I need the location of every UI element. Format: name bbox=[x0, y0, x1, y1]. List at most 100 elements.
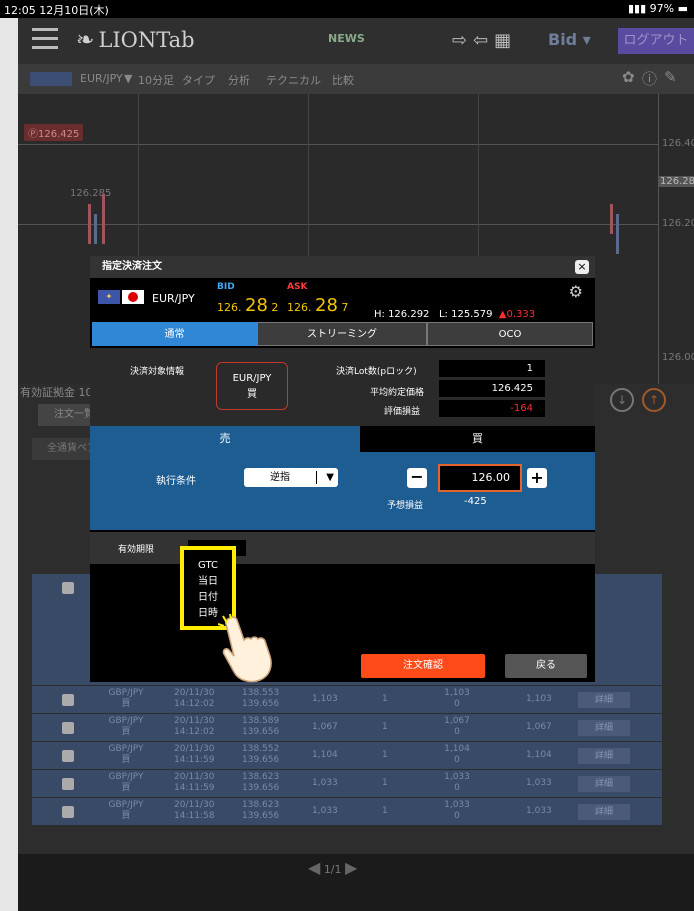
row-col1: 1,104 bbox=[312, 750, 338, 760]
back-button[interactable]: 戻る bbox=[505, 654, 587, 678]
row-rates: 138.589 139.656 bbox=[242, 716, 279, 738]
logo-text: LIONTab bbox=[98, 28, 195, 52]
close-icon[interactable]: × bbox=[575, 260, 589, 274]
exec-condition-select[interactable]: 逆指 ▼ bbox=[244, 468, 338, 487]
row-date: 20/11/30 bbox=[174, 716, 215, 726]
row-col4: 1,033 bbox=[526, 778, 552, 788]
row-checkbox[interactable] bbox=[62, 722, 74, 734]
row-time: 14:12:02 bbox=[174, 699, 215, 709]
row-detail-button[interactable]: 詳細 bbox=[578, 748, 630, 764]
tab-oco[interactable]: OCO bbox=[427, 322, 593, 346]
transfer-icons[interactable]: ⇨⇦▦ bbox=[452, 30, 517, 51]
row-col3b: 0 bbox=[454, 755, 460, 765]
target-pair: EUR/JPY bbox=[232, 373, 272, 384]
chart-pair-dropdown-icon[interactable]: ▼ bbox=[124, 72, 132, 85]
expiry-label: 有効期限 bbox=[118, 545, 155, 555]
change-value: ▲0.333 bbox=[498, 309, 536, 320]
draw-icon[interactable]: ✎ bbox=[664, 68, 677, 86]
row-side: 買 bbox=[121, 811, 131, 821]
row-datetime: 20/11/30 14:11:59 bbox=[174, 744, 214, 766]
row-checkbox[interactable] bbox=[62, 582, 74, 594]
bid-prefix: 126. bbox=[217, 301, 242, 314]
chart-technical-btn[interactable]: テクニカル bbox=[266, 72, 321, 88]
row-checkbox[interactable] bbox=[62, 694, 74, 706]
table-row[interactable]: GBP/JPY 買 20/11/30 14:12:02 138.553 139.656… bbox=[32, 686, 662, 714]
row-datetime: 20/11/30 14:12:02 bbox=[174, 716, 214, 738]
scroll-down-icon[interactable]: ↓ bbox=[610, 388, 634, 412]
status-date: 12月10日(木) bbox=[39, 4, 109, 17]
chart-analysis-btn[interactable]: 分析 bbox=[228, 72, 250, 88]
next-page-icon[interactable]: ▶ bbox=[345, 858, 357, 877]
row-side: 買 bbox=[121, 755, 131, 765]
price-plus-button[interactable]: + bbox=[527, 468, 547, 488]
ask-prefix: 126. bbox=[287, 301, 312, 314]
ask-label: ASK bbox=[287, 282, 308, 292]
tab-normal[interactable]: 通常 bbox=[92, 322, 257, 346]
status-time-text: 12:05 bbox=[4, 4, 36, 17]
row-pair-name: GBP/JPY bbox=[108, 800, 144, 810]
palette-icon[interactable]: ✿ bbox=[622, 68, 635, 86]
row-col1: 1,033 bbox=[312, 778, 338, 788]
row-detail-button[interactable]: 詳細 bbox=[578, 720, 630, 736]
axis-label: 126.40 bbox=[662, 138, 694, 149]
row-date: 20/11/30 bbox=[174, 688, 215, 698]
prev-page-icon[interactable]: ◀ bbox=[308, 858, 320, 877]
chart-period[interactable]: 10分足 bbox=[138, 72, 174, 88]
device-frame: 12:05 12月10日(木) ▮▮▮ 97% ▬ ❧ LIONTab NEWS … bbox=[0, 0, 694, 911]
row-checkbox[interactable] bbox=[62, 778, 74, 790]
sell-tab[interactable]: 売 bbox=[90, 426, 360, 452]
row-col3: 1,033 0 bbox=[437, 772, 477, 794]
tab-streaming[interactable]: ストリーミング bbox=[257, 322, 427, 346]
expected-pl-value: -425 bbox=[464, 496, 487, 507]
row-time: 14:11:58 bbox=[174, 811, 215, 821]
row-col3a: 1,067 bbox=[444, 716, 470, 726]
grid-line bbox=[18, 224, 658, 225]
row-col3: 1,067 0 bbox=[437, 716, 477, 738]
pl-label: 評価損益 bbox=[384, 407, 421, 417]
chart-toolbar: EUR/JPY ▼ 10分足 タイプ 分析 テクニカル 比較 ✿ ⓘ ✎ bbox=[18, 64, 694, 94]
row-time: 14:11:59 bbox=[174, 783, 215, 793]
table-row[interactable]: GBP/JPY 買 20/11/30 14:11:58 138.623 139.656… bbox=[32, 798, 662, 826]
price-input[interactable]: 126.00 bbox=[438, 464, 522, 492]
table-row[interactable]: GBP/JPY 買 20/11/30 14:11:59 138.623 139.656… bbox=[32, 770, 662, 798]
row-col4: 1,103 bbox=[526, 694, 552, 704]
app-logo: ❧ LIONTab bbox=[76, 28, 195, 53]
status-time: 12:05 12月10日(木) bbox=[4, 2, 109, 18]
row-checkbox[interactable] bbox=[62, 806, 74, 818]
info-icon[interactable]: ⓘ bbox=[642, 68, 657, 89]
scroll-up-icon[interactable]: ↑ bbox=[642, 388, 666, 412]
row-rate2: 139.656 bbox=[242, 783, 280, 793]
expiry-option-gtc[interactable]: GTC bbox=[184, 558, 232, 574]
row-col1: 1,103 bbox=[312, 694, 338, 704]
menu-icon[interactable] bbox=[32, 28, 58, 50]
table-row[interactable]: GBP/JPY 買 20/11/30 14:11:59 138.552 139.656… bbox=[32, 742, 662, 770]
row-col2: 1 bbox=[382, 778, 388, 788]
expiry-option-date[interactable]: 日付 bbox=[184, 590, 232, 606]
side-selector: 売 買 bbox=[90, 426, 595, 452]
high-low-info: H: 126.292 L: 125.579 ▲0.333 bbox=[374, 309, 535, 320]
row-col1: 1,067 bbox=[312, 722, 338, 732]
row-date: 20/11/30 bbox=[174, 744, 215, 754]
row-detail-button[interactable]: 詳細 bbox=[578, 692, 630, 708]
chart-compare-btn[interactable]: 比較 bbox=[332, 72, 354, 88]
row-side: 買 bbox=[121, 783, 131, 793]
chart-type-btn[interactable]: タイプ bbox=[182, 72, 215, 88]
confirm-order-button[interactable]: 注文確認 bbox=[361, 654, 485, 678]
bid-ask-select[interactable]: Bid ▾ bbox=[548, 30, 591, 49]
price-minus-button[interactable]: − bbox=[407, 468, 427, 488]
news-icon[interactable]: NEWS bbox=[328, 32, 365, 45]
expiry-option-today[interactable]: 当日 bbox=[184, 574, 232, 590]
app-header: ❧ LIONTab NEWS ⇨⇦▦ Bid ▾ ログアウト bbox=[18, 18, 694, 64]
gear-icon[interactable]: ⚙ bbox=[569, 282, 583, 301]
row-datetime: 20/11/30 14:12:02 bbox=[174, 688, 214, 710]
settlement-order-dialog: 指定決済注文 × ✦ EUR/JPY BID ASK 126. 28 2 126… bbox=[90, 256, 595, 682]
buy-tab[interactable]: 買 bbox=[360, 426, 595, 452]
row-detail-button[interactable]: 詳細 bbox=[578, 776, 630, 792]
ask-price: 126. 28 7 bbox=[287, 295, 348, 316]
logout-button[interactable]: ログアウト bbox=[618, 28, 694, 54]
row-rate1: 138.623 bbox=[242, 800, 280, 810]
row-detail-button[interactable]: 詳細 bbox=[578, 804, 630, 820]
row-checkbox[interactable] bbox=[62, 750, 74, 762]
table-row[interactable]: GBP/JPY 買 20/11/30 14:12:02 138.589 139.656… bbox=[32, 714, 662, 742]
chart-pair[interactable]: EUR/JPY bbox=[80, 72, 123, 85]
